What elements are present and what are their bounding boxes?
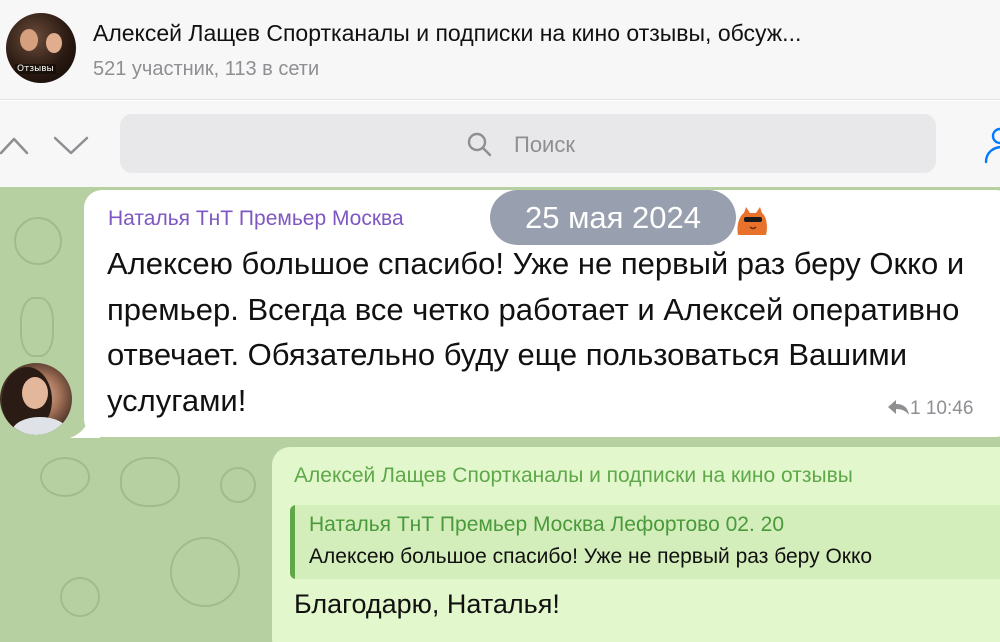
outgoing-message-text: Благодарю, Наталья! <box>294 589 560 619</box>
wallpaper-doodle <box>220 467 256 503</box>
avatar-person-left <box>20 29 38 51</box>
wallpaper-doodle <box>120 457 180 507</box>
search-placeholder: Поиск <box>514 132 575 157</box>
chevron-up-icon[interactable] <box>0 133 30 157</box>
chat-subtitle: 521 участник, 113 в сети <box>93 58 320 80</box>
wallpaper-doodle <box>40 457 90 497</box>
avatar-face <box>22 377 48 409</box>
cat-sticker-icon <box>737 207 767 235</box>
quote-sender-name: Наталья ТнТ Премьер Москва Лефортово 02.… <box>309 513 785 536</box>
reply-icon[interactable] <box>886 398 910 416</box>
wallpaper-doodle <box>60 577 100 617</box>
wallpaper-doodle <box>20 297 54 357</box>
wallpaper-doodle <box>170 537 240 607</box>
chevron-down-icon[interactable] <box>52 133 90 157</box>
message-sender-name[interactable]: Наталья ТнТ Премьер Москва <box>108 207 404 231</box>
chat-avatar[interactable]: Отзывы <box>6 13 76 83</box>
quote-accent-bar <box>290 505 295 579</box>
message-text: Алексею большое спасибо! Уже не первый р… <box>107 246 965 418</box>
date-separator: 25 мая 2024 <box>490 190 736 245</box>
reply-count: 1 <box>910 398 921 419</box>
search-icon <box>467 132 492 157</box>
chat-title[interactable]: Алексей Лащев Спортканалы и подписки на … <box>93 20 1000 47</box>
avatar-person-right <box>46 33 62 53</box>
avatar-label: Отзывы <box>15 64 56 74</box>
message-meta: 1 10:46 <box>886 398 973 420</box>
chat-header: Отзывы Алексей Лащев Спортканалы и подпи… <box>0 0 1000 100</box>
message-time: 10:46 <box>925 398 974 419</box>
sender-avatar[interactable] <box>0 363 72 435</box>
outgoing-sender-name[interactable]: Алексей Лащев Спортканалы и подписки на … <box>294 464 1000 488</box>
quoted-reply[interactable]: Наталья ТнТ Премьер Москва Лефортово 02.… <box>290 505 1000 579</box>
members-icon[interactable] <box>984 124 1000 164</box>
quote-text: Алексею большое спасибо! Уже не первый р… <box>309 545 873 568</box>
wallpaper-doodle <box>14 217 62 265</box>
search-input[interactable]: Поиск <box>120 114 936 173</box>
